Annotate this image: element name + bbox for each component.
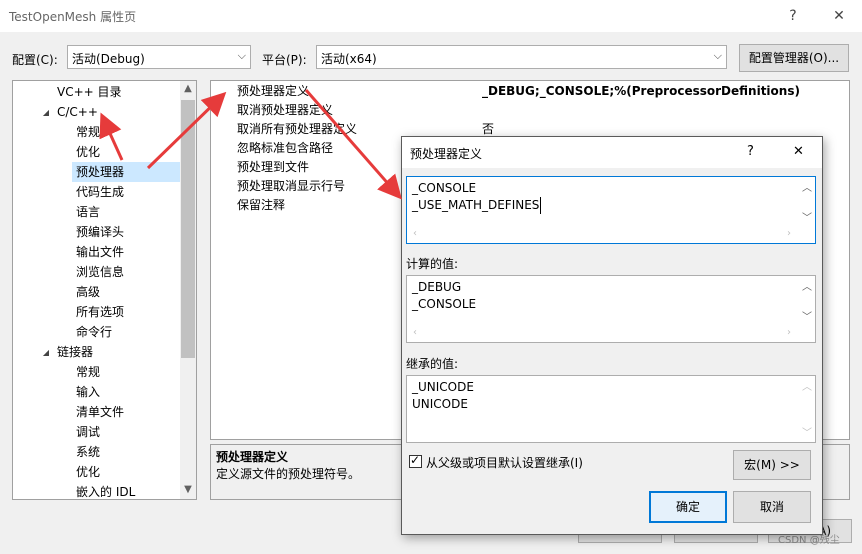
computed-values-box: _DEBUG _CONSOLE ︿ ﹀ ‹ › [406, 275, 816, 343]
edit-line: _USE_MATH_DEFINES [412, 197, 542, 214]
tree-item-manifest-file[interactable]: 清单文件 [76, 402, 124, 422]
ok-button[interactable]: 确定 [649, 491, 727, 523]
scroll-up-icon[interactable]: ︿ [799, 179, 815, 194]
config-select-value: 活动(Debug) [72, 52, 145, 66]
tree-item-language[interactable]: 语言 [76, 202, 100, 222]
inherit-checkbox[interactable]: ✓ [409, 453, 422, 468]
tree-item-output-files[interactable]: 输出文件 [76, 242, 124, 262]
computed-vscroll[interactable]: ︿ ﹀ [799, 276, 815, 326]
preprocessor-dialog: 预处理器定义 ? ✕ _CONSOLE _USE_MATH_DEFINES ︿ … [401, 136, 823, 535]
scroll-down-icon[interactable]: ﹀ [799, 424, 815, 439]
dialog-title: 预处理器定义 [410, 147, 483, 161]
definitions-edit-box[interactable]: _CONSOLE _USE_MATH_DEFINES ︿ ﹀ ‹ › [406, 176, 816, 244]
description-title: 预处理器定义 [216, 450, 289, 464]
grid-row-name: 预处理到文件 [237, 160, 310, 174]
grid-row-name: 预处理取消显示行号 [237, 179, 346, 193]
scroll-left-icon[interactable]: ‹ [407, 228, 423, 239]
config-manager-button[interactable]: 配置管理器(O)... [739, 44, 849, 72]
chevron-down-icon: ⌵ [237, 49, 246, 62]
tree-item-vc-directories[interactable]: VC++ 目录 [57, 82, 122, 102]
tree-scrollbar[interactable]: ▲ ▼ [180, 81, 196, 499]
checkmark-icon: ✓ [410, 453, 421, 467]
scroll-up-icon[interactable]: ︿ [799, 278, 815, 293]
inherited-vscroll[interactable]: ︿ ﹀ [799, 376, 815, 442]
edit-line: _CONSOLE [412, 181, 477, 195]
tree-item-precompiled-headers[interactable]: 预编译头 [76, 222, 124, 242]
tree-item-linker-optimization[interactable]: 优化 [76, 462, 100, 482]
dialog-title-bar: 预处理器定义 ? ✕ [402, 137, 822, 168]
grid-row[interactable]: 取消预处理器定义 [211, 101, 849, 120]
scroll-thumb[interactable] [181, 100, 195, 358]
cancel-button[interactable]: 取消 [733, 491, 811, 523]
tree-item-linker-input[interactable]: 输入 [76, 382, 100, 402]
scroll-down-icon[interactable]: ﹀ [799, 308, 815, 323]
window-title-bar: TestOpenMesh 属性页 ? ✕ [0, 0, 862, 32]
inherited-values-box: _UNICODE UNICODE ︿ ﹀ [406, 375, 816, 443]
dialog-help-button[interactable]: ? [747, 144, 754, 159]
tree-item-browse-info[interactable]: 浏览信息 [76, 262, 124, 282]
platform-label: 平台(P): [262, 53, 307, 67]
config-select[interactable]: 活动(Debug) ⌵ [67, 45, 251, 69]
dialog-close-button[interactable]: ✕ [793, 144, 804, 159]
tree-item-optimization[interactable]: 优化 [76, 142, 100, 162]
macros-button[interactable]: 宏(M) >> [733, 450, 811, 480]
grid-row[interactable]: 预处理器定义 _DEBUG;_CONSOLE;%(PreprocessorDef… [211, 82, 849, 101]
config-label: 配置(C): [12, 53, 58, 67]
grid-row-value[interactable]: _DEBUG;_CONSOLE;%(PreprocessorDefinition… [482, 82, 800, 101]
tree-item-code-generation[interactable]: 代码生成 [76, 182, 124, 202]
grid-row-name: 预处理器定义 [237, 84, 310, 98]
inherited-line: _UNICODE [412, 380, 474, 394]
help-button[interactable]: ? [780, 6, 806, 26]
tree-item-general[interactable]: 常规 [76, 122, 100, 142]
grid-row-name: 保留注释 [237, 198, 286, 212]
tree-item-cpp[interactable]: C/C++ [57, 102, 98, 122]
tree-item-system[interactable]: 系统 [76, 442, 100, 462]
scroll-up-icon[interactable]: ︿ [799, 378, 815, 393]
property-tree: VC++ 目录 ◢ C/C++ 常规 优化 预处理器 代码生成 语言 预编译头 … [12, 80, 197, 500]
platform-select[interactable]: 活动(x64) ⌵ [316, 45, 727, 69]
tree-item-debugging[interactable]: 调试 [76, 422, 100, 442]
scroll-down-icon[interactable]: ﹀ [799, 209, 815, 224]
tree-item-all-options[interactable]: 所有选项 [76, 302, 124, 322]
tree-item-advanced[interactable]: 高级 [76, 282, 100, 302]
computed-hscroll[interactable]: ‹ › [407, 326, 799, 342]
scroll-right-icon[interactable]: › [781, 327, 797, 338]
tree-item-linker-general[interactable]: 常规 [76, 362, 100, 382]
computed-line: _DEBUG [412, 280, 462, 294]
computed-label: 计算的值: [406, 257, 459, 271]
expand-triangle-icon[interactable]: ◢ [41, 108, 51, 117]
tree-item-preprocessor[interactable]: 预处理器 [72, 162, 184, 182]
inherit-checkbox-label[interactable]: 从父级或项目默认设置继承(I) [426, 454, 583, 471]
scroll-right-icon[interactable]: › [781, 228, 797, 239]
window-title: TestOpenMesh 属性页 [9, 10, 137, 24]
expand-triangle-icon[interactable]: ◢ [41, 348, 51, 357]
tree-item-command-line[interactable]: 命令行 [76, 322, 112, 342]
chevron-down-icon: ⌵ [713, 49, 722, 62]
scroll-left-icon[interactable]: ‹ [407, 327, 423, 338]
scroll-down-icon[interactable]: ▼ [180, 484, 196, 495]
description-text: 定义源文件的预处理符号。 [216, 467, 361, 481]
edit-vscroll[interactable]: ︿ ﹀ [799, 177, 815, 227]
edit-hscroll[interactable]: ‹ › [407, 227, 799, 243]
scroll-up-icon[interactable]: ▲ [180, 83, 196, 94]
inherited-line: UNICODE [412, 397, 468, 411]
computed-line: _CONSOLE [412, 297, 477, 311]
tree-item-linker[interactable]: 链接器 [57, 342, 93, 362]
grid-row-name: 忽略标准包含路径 [237, 141, 334, 155]
inherited-label: 继承的值: [406, 357, 459, 371]
grid-row-name: 取消预处理器定义 [237, 103, 334, 117]
close-button[interactable]: ✕ [826, 6, 852, 26]
grid-row-name: 取消所有预处理器定义 [237, 122, 358, 136]
tree-item-embedded-idl[interactable]: 嵌入的 IDL [76, 482, 135, 499]
platform-select-value: 活动(x64) [321, 52, 377, 66]
